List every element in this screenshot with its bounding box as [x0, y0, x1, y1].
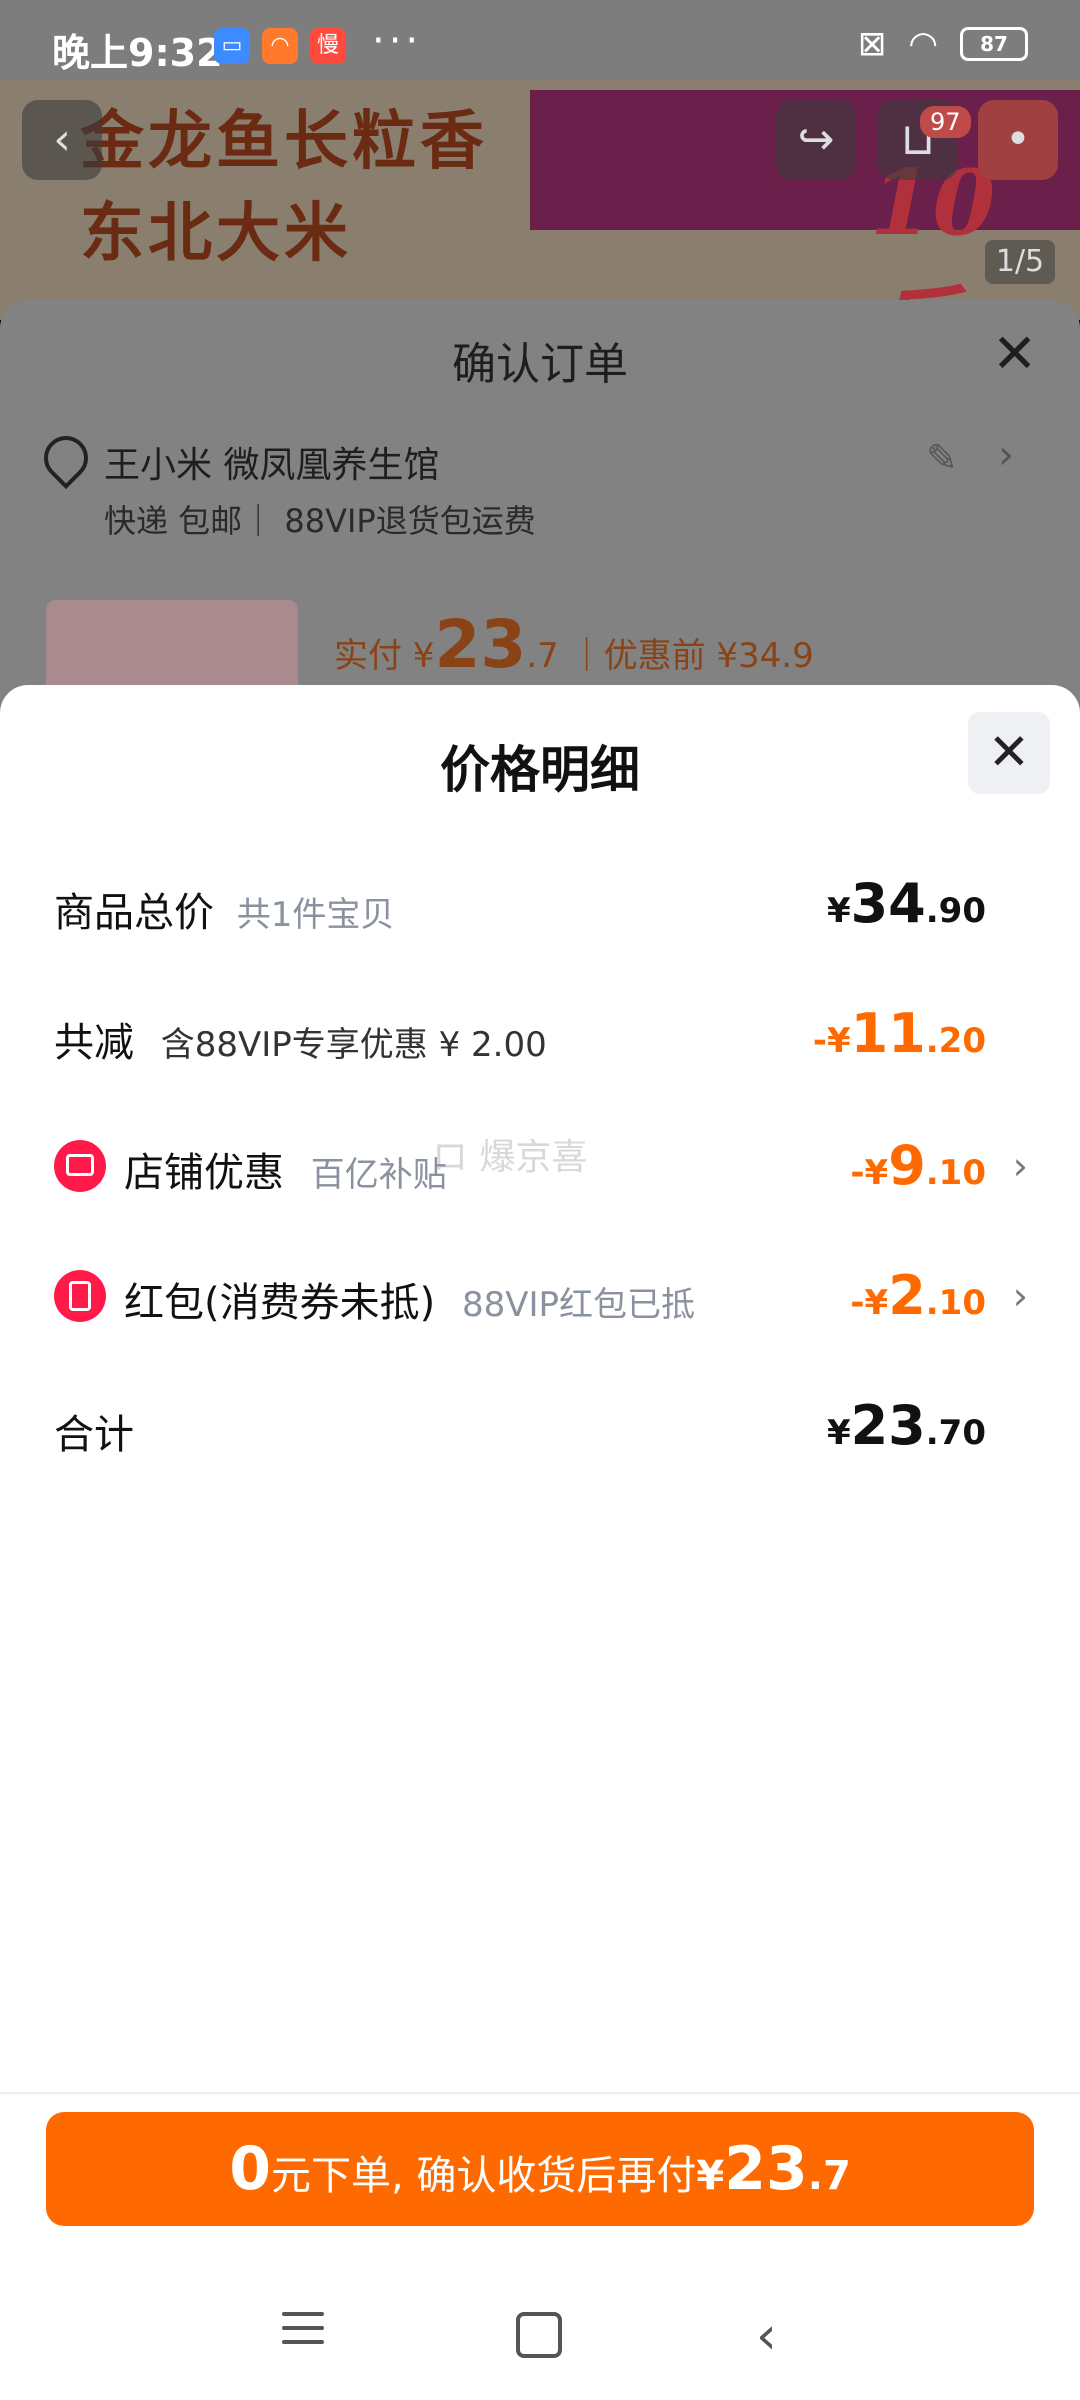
- sim-off-icon: ⊠: [857, 24, 887, 64]
- share-button[interactable]: ↪: [776, 100, 856, 180]
- edit-icon[interactable]: ✎: [926, 436, 958, 480]
- watermark: ロ 爆京喜: [432, 1137, 588, 1178]
- cart-badge: 97: [920, 106, 971, 138]
- order-close-icon[interactable]: ✕: [992, 322, 1037, 385]
- order-pay-amount: 实付 ¥23.7 ｜优惠前 ¥34.9: [334, 606, 814, 683]
- status-bar: 晚上9:32 ▭ ◠ 慢 ··· ⊠ ◠ 87: [0, 0, 1080, 80]
- status-time: 晚上9:32: [52, 31, 223, 75]
- row-sum-label: 合计: [54, 1412, 134, 1458]
- wifi-icon: ◠: [908, 24, 938, 64]
- product-title: 金龙鱼长粒香 东北大米: [80, 104, 488, 271]
- row-total-label: 商品总价 共1件宝贝: [54, 890, 395, 936]
- battery-icon: 87: [960, 27, 1028, 61]
- close-button[interactable]: ✕: [968, 712, 1050, 794]
- more-notifications-icon: ···: [372, 18, 423, 64]
- row-discount-label: 共减 含88VIP专享优惠 ¥ 2.00: [54, 1020, 547, 1066]
- store-icon: [54, 1140, 106, 1192]
- home-icon[interactable]: [516, 2312, 562, 2358]
- row-sum-amount: ¥23.70: [826, 1394, 986, 1457]
- chevron-right-icon[interactable]: ›: [1013, 1144, 1028, 1188]
- row-store-discount-label[interactable]: 店铺优惠 百亿补贴: [124, 1140, 447, 1198]
- row-red-packet-amount[interactable]: -¥2.10: [850, 1264, 986, 1327]
- place-order-button[interactable]: 0元下单, 确认收货后再付¥23.7: [46, 2112, 1034, 2226]
- back-button[interactable]: ‹: [22, 100, 102, 180]
- address-text[interactable]: 王小米 微凤凰养生馆: [104, 436, 439, 488]
- taobao-app-icon: ◠: [262, 28, 298, 64]
- red-packet-icon: [54, 1270, 106, 1322]
- row-red-packet-label[interactable]: 红包(消费券未抵) 88VIP红包已抵: [124, 1270, 695, 1328]
- row-total-amount: ¥34.90: [826, 872, 986, 935]
- shipping-info: 快递 包邮｜ 88VIP退货包运费: [104, 502, 536, 540]
- divider: [0, 2092, 1080, 2094]
- price-detail-title: 价格明细: [440, 741, 640, 799]
- man-app-icon: 慢: [310, 28, 346, 64]
- confirm-order-title: 确认订单: [452, 339, 628, 390]
- chevron-right-icon[interactable]: ›: [1013, 1274, 1028, 1318]
- back-icon[interactable]: ‹: [756, 2306, 777, 2366]
- chevron-right-icon[interactable]: ›: [998, 432, 1014, 478]
- row-discount-amount: -¥11.20: [812, 1002, 986, 1065]
- message-button[interactable]: •: [978, 100, 1058, 180]
- image-pager: 1/5: [985, 240, 1055, 284]
- row-store-discount-amount[interactable]: -¥9.10: [850, 1134, 986, 1197]
- recent-apps-icon[interactable]: [282, 2312, 324, 2354]
- wallet-app-icon: ▭: [214, 28, 250, 64]
